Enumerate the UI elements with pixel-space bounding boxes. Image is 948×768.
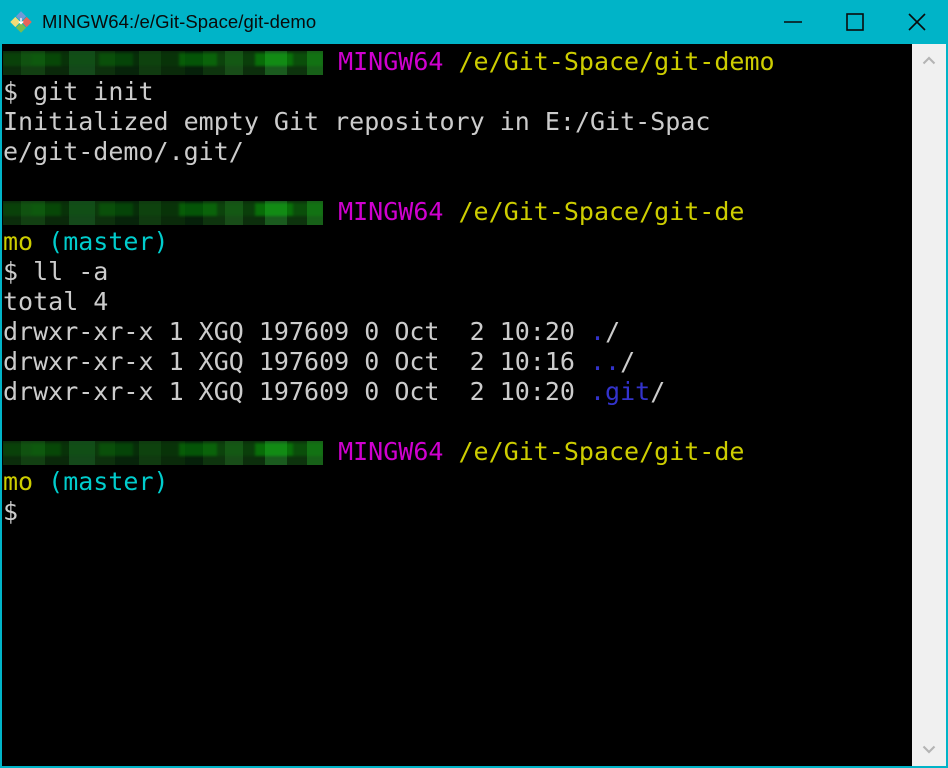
listing-meta: drwxr-xr-x 1 XGQ 197609 0 Oct 2 10:16 <box>3 347 590 376</box>
redacted-user-host-tail <box>323 437 338 466</box>
listing-dir-name: .. <box>590 347 621 376</box>
shell-label: MINGW64 <box>338 47 444 76</box>
command-line: $ git init <box>3 77 154 106</box>
scrollbar-track[interactable] <box>912 78 946 732</box>
terminal-buffer: MINGW64 /e/Git-Space/git-demo $ git init… <box>2 44 912 527</box>
git-bash-icon <box>9 10 33 34</box>
prompt-path: /e/Git-Space/git-de <box>458 437 745 466</box>
listing-meta: drwxr-xr-x 1 XGQ 197609 0 Oct 2 10:20 <box>3 317 590 346</box>
prompt-path: /e/Git-Space/git-demo <box>458 47 775 76</box>
listing-dir-slash: / <box>650 377 666 406</box>
close-button[interactable] <box>886 0 948 44</box>
listing-meta: drwxr-xr-x 1 XGQ 197609 0 Oct 2 10:20 <box>3 377 590 406</box>
prompt-path: /e/Git-Space/git-de <box>458 197 745 226</box>
vertical-scrollbar[interactable] <box>912 44 946 766</box>
shell-label: MINGW64 <box>338 197 444 226</box>
shell-label: MINGW64 <box>338 437 444 466</box>
git-bash-window: MINGW64:/e/Git-Space/git-demo MINGW64 /e… <box>0 0 948 768</box>
redacted-user-host <box>3 441 323 465</box>
terminal-screen[interactable]: MINGW64 /e/Git-Space/git-demo $ git init… <box>2 44 912 766</box>
window-controls <box>762 0 948 44</box>
active-input-line[interactable]: $ <box>2 497 912 527</box>
scroll-up-icon[interactable] <box>912 44 946 78</box>
minimize-button[interactable] <box>762 0 824 44</box>
output-line: Initialized empty Git repository in E:/G… <box>3 107 711 136</box>
listing-dir-name: .git <box>590 377 651 406</box>
window-body: MINGW64 /e/Git-Space/git-demo $ git init… <box>0 44 948 768</box>
listing-dir-slash: / <box>605 317 621 346</box>
listing-row: drwxr-xr-x 1 XGQ 197609 0 Oct 2 10:16 ..… <box>2 347 912 377</box>
prompt-line: MINGW64 /e/Git-Space/git-de <box>2 197 912 227</box>
redacted-user-host <box>3 51 323 75</box>
title-bar-left: MINGW64:/e/Git-Space/git-demo <box>0 10 762 34</box>
prompt-line: MINGW64 /e/Git-Space/git-de <box>2 437 912 467</box>
listing-row: drwxr-xr-x 1 XGQ 197609 0 Oct 2 10:20 .g… <box>2 377 912 407</box>
listing-dir-name: . <box>590 317 606 346</box>
prompt-path-wrap: mo <box>3 227 49 256</box>
title-bar[interactable]: MINGW64:/e/Git-Space/git-demo <box>0 0 948 44</box>
redacted-user-host-tail <box>323 197 338 226</box>
redacted-user-host <box>3 201 323 225</box>
output-line: total 4 <box>3 287 109 316</box>
listing-dir-slash: / <box>620 347 636 376</box>
git-branch-label: (master) <box>48 467 169 496</box>
prompt-path-wrap: mo <box>3 467 49 496</box>
prompt-line: MINGW64 /e/Git-Space/git-demo <box>2 47 912 77</box>
window-title: MINGW64:/e/Git-Space/git-demo <box>42 11 317 32</box>
maximize-button[interactable] <box>824 0 886 44</box>
prompt-wrap-line: mo (master) <box>2 467 912 497</box>
scroll-down-icon[interactable] <box>912 732 946 766</box>
output-line: e/git-demo/.git/ <box>3 137 244 166</box>
command-line: $ ll -a <box>3 257 109 286</box>
git-branch-label: (master) <box>48 227 169 256</box>
prompt-wrap-line: mo (master) <box>2 227 912 257</box>
listing-row: drwxr-xr-x 1 XGQ 197609 0 Oct 2 10:20 ./ <box>2 317 912 347</box>
redacted-user-host-tail <box>323 47 338 76</box>
